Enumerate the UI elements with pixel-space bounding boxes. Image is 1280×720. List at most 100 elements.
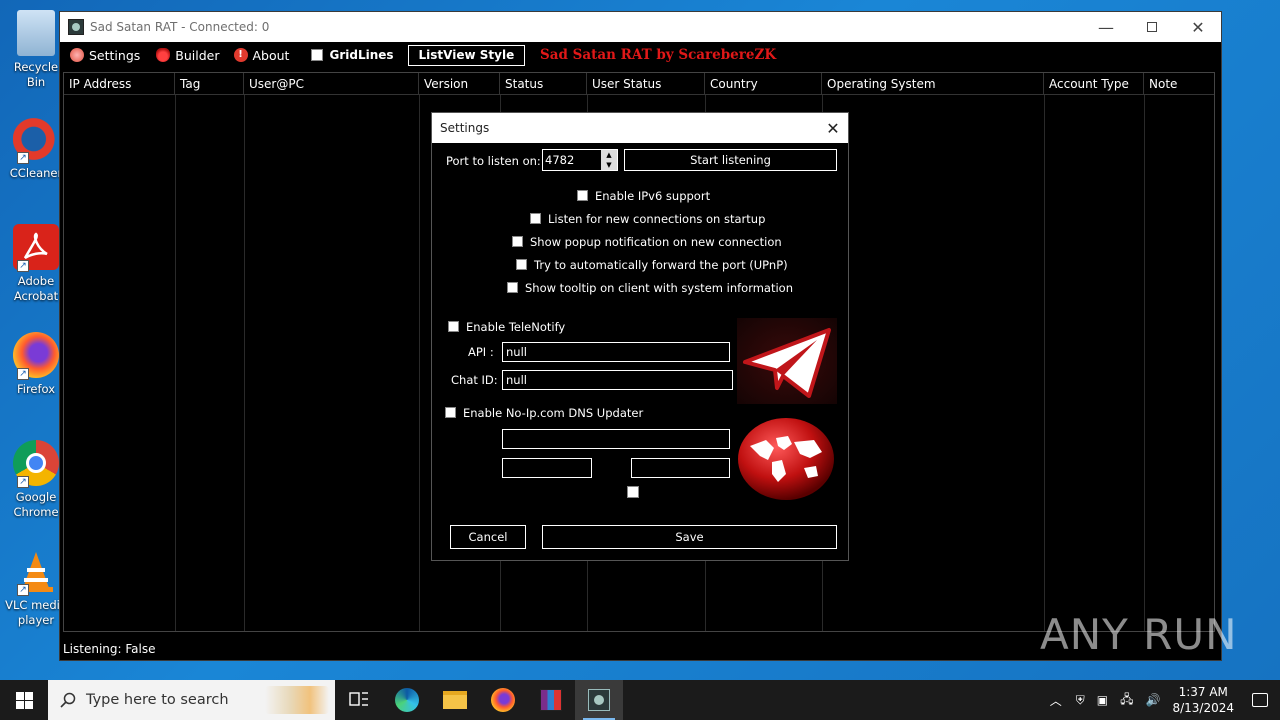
task-view-button[interactable]	[335, 680, 383, 720]
column-header-account-type[interactable]: Account Type	[1044, 73, 1144, 95]
volume-icon[interactable]: 🔊	[1146, 693, 1161, 707]
maximize-button[interactable]	[1129, 12, 1175, 42]
shortcut-arrow-icon: ↗	[17, 368, 29, 380]
taskbar-winrar[interactable]	[527, 680, 575, 720]
chat-id-input[interactable]	[502, 370, 733, 390]
winrar-icon	[540, 689, 562, 711]
listen-startup-label: Listen for new connections on startup	[548, 212, 766, 226]
noip-checkbox[interactable]	[445, 407, 456, 418]
column-header-ip[interactable]: IP Address	[64, 73, 175, 95]
status-bar: Listening: False	[63, 642, 156, 656]
stepper-down-icon[interactable]: ▼	[601, 160, 617, 170]
column-divider	[419, 95, 420, 631]
app-icon	[68, 19, 84, 35]
taskbar-firefox[interactable]	[479, 680, 527, 720]
adobe-acrobat-icon: ↗	[13, 224, 59, 272]
save-button[interactable]: Save	[542, 525, 837, 549]
menu-settings[interactable]: Settings	[70, 48, 140, 63]
settings-close-button[interactable]: ✕	[818, 119, 848, 138]
column-divider	[244, 95, 245, 631]
minimize-button[interactable]: —	[1083, 12, 1129, 42]
taskbar: Type here to search ︿ ⛨ ▣ 🖧 🔊 1:37 AM 8/…	[0, 680, 1280, 720]
menu-about[interactable]: ! About	[233, 47, 290, 63]
world-globe-icon	[736, 416, 836, 502]
column-divider	[175, 95, 176, 631]
network-icon[interactable]: 🖧	[1120, 690, 1133, 711]
brand-label: Sad Satan RAT by ScarebereZK	[540, 47, 777, 63]
show-password-checkbox[interactable]	[627, 486, 639, 498]
telegram-logo-icon	[737, 318, 837, 404]
port-value: 4782	[545, 153, 575, 167]
stepper-up-icon[interactable]: ▲	[601, 150, 617, 160]
telenotify-checkbox[interactable]	[448, 321, 459, 332]
column-header-userpc[interactable]: User@PC	[244, 73, 419, 95]
noip-username-input[interactable]	[502, 458, 592, 478]
recycle-bin-icon	[17, 10, 55, 56]
noip-host-input[interactable]	[502, 429, 730, 449]
column-header-status[interactable]: Status	[500, 73, 587, 95]
column-header-os[interactable]: Operating System	[822, 73, 1044, 95]
gridlines-checkbox[interactable]	[311, 49, 324, 61]
popup-notification-checkbox[interactable]	[512, 236, 523, 247]
column-header-user-status[interactable]: User Status	[587, 73, 705, 95]
column-header-tag[interactable]: Tag	[175, 73, 244, 95]
listview-header: IP Address Tag User@PC Version Status Us…	[64, 73, 1214, 95]
noip-label: Enable No-Ip.com DNS Updater	[463, 406, 644, 420]
shortcut-arrow-icon: ↗	[17, 476, 29, 488]
cancel-button[interactable]: Cancel	[450, 525, 526, 549]
show-hidden-icons-chevron-icon[interactable]: ︿	[1050, 692, 1062, 709]
minimize-icon: —	[1098, 17, 1114, 37]
menu-builder-label: Builder	[175, 47, 220, 63]
clock-date: 8/13/2024	[1172, 701, 1234, 715]
port-stepper[interactable]: 4782 ▲ ▼	[542, 149, 618, 171]
anyrun-watermark: ANY RUN	[1040, 610, 1238, 659]
taskbar-search-box[interactable]: Type here to search	[48, 680, 335, 720]
start-button[interactable]	[0, 680, 48, 720]
api-input[interactable]	[502, 342, 730, 362]
shortcut-arrow-icon: ↗	[17, 584, 29, 596]
start-listening-button[interactable]: Start listening	[624, 149, 837, 171]
menu-about-label: About	[252, 47, 290, 63]
column-divider	[1044, 95, 1045, 631]
security-shield-icon[interactable]: ⛨	[1076, 693, 1085, 708]
upnp-checkbox[interactable]	[516, 259, 527, 270]
menu-settings-label: Settings	[89, 47, 141, 63]
taskbar-sad-satan-rat[interactable]	[575, 680, 623, 720]
search-highlight-icon	[265, 686, 329, 714]
taskbar-edge[interactable]	[383, 680, 431, 720]
column-header-note[interactable]: Note	[1144, 73, 1214, 95]
listen-startup-checkbox[interactable]	[530, 213, 541, 224]
notification-center-icon[interactable]	[1252, 693, 1268, 707]
folder-icon	[443, 691, 467, 709]
settings-dialog-title: Settings	[440, 121, 490, 135]
close-button[interactable]: ✕	[1175, 12, 1221, 42]
column-header-country[interactable]: Country	[705, 73, 822, 95]
system-tray: ︿ ⛨ ▣ 🖧 🔊 1:37 AM 8/13/2024	[1042, 684, 1280, 716]
firefox-icon: ↗	[13, 332, 59, 380]
api-label: API :	[468, 345, 494, 359]
shortcut-arrow-icon: ↗	[17, 260, 29, 272]
close-icon: ✕	[826, 118, 840, 138]
ccleaner-icon: ↗	[13, 116, 59, 164]
clock-time: 1:37 AM	[1178, 685, 1228, 699]
port-label: Port to listen on:	[446, 154, 541, 168]
column-header-version[interactable]: Version	[419, 73, 500, 95]
taskbar-file-explorer[interactable]	[431, 680, 479, 720]
tooltip-checkbox[interactable]	[507, 282, 518, 293]
ipv6-checkbox[interactable]	[577, 190, 588, 201]
ipv6-label: Enable IPv6 support	[595, 189, 711, 203]
menu-gridlines[interactable]: GridLines	[311, 48, 394, 62]
window-title: Sad Satan RAT - Connected: 0	[90, 20, 270, 34]
listview-style-button[interactable]: ListView Style	[407, 44, 526, 66]
task-view-icon	[349, 692, 368, 706]
noip-password-input[interactable]	[631, 458, 730, 478]
watermark-text: ANY RUN	[1040, 610, 1238, 659]
maximize-icon	[1147, 22, 1157, 32]
search-icon	[60, 692, 76, 708]
menu-builder[interactable]: Builder	[156, 47, 220, 63]
taskbar-clock[interactable]: 1:37 AM 8/13/2024	[1172, 684, 1234, 716]
info-icon: !	[233, 48, 248, 62]
search-placeholder: Type here to search	[86, 692, 229, 708]
device-icon[interactable]: ▣	[1097, 693, 1108, 707]
chrome-icon: ↗	[13, 440, 59, 488]
